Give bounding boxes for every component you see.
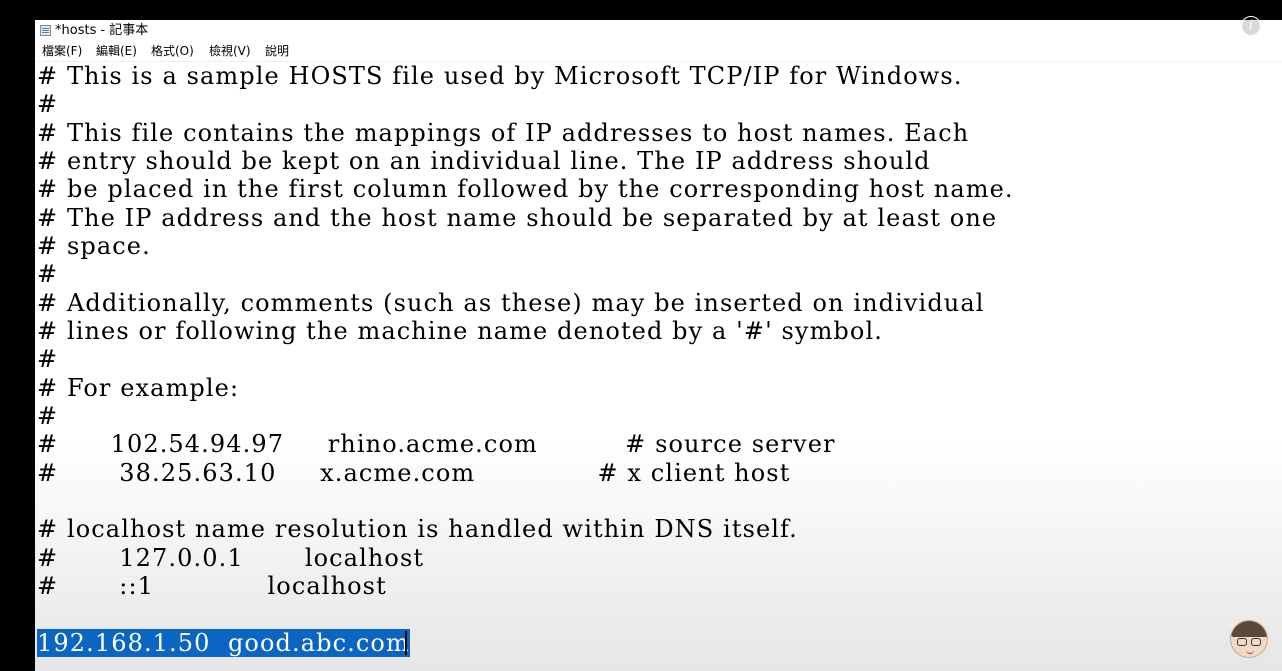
text-line: # xyxy=(37,345,59,373)
avatar-mouth xyxy=(1246,650,1254,654)
menu-view[interactable]: 檢視(V) xyxy=(209,43,251,59)
text-line: # For example: xyxy=(37,374,240,402)
text-line: # This is a sample HOSTS file used by Mi… xyxy=(37,62,963,90)
menu-format[interactable]: 格式(O) xyxy=(151,43,194,59)
text-selection[interactable]: 192.168.1.50 good.abc.com xyxy=(37,629,410,657)
notepad-window: *hosts - 記事本 檔案(F) 編輯(E) 格式(O) 檢視(V) 說明 … xyxy=(35,20,1282,671)
text-line: # 38.25.63.10 x.acme.com # x client host xyxy=(37,459,791,487)
text-line: # The IP address and the host name shoul… xyxy=(37,204,998,232)
text-line: # space. xyxy=(37,232,151,260)
text-line: # 102.54.94.97 rhino.acme.com # source s… xyxy=(37,430,836,458)
text-caret xyxy=(405,631,407,655)
menu-bar: 檔案(F) 編輯(E) 格式(O) 檢視(V) 說明 xyxy=(35,41,1282,62)
text-line: # xyxy=(37,90,59,118)
text-line: # lines or following the machine name de… xyxy=(37,317,883,345)
text-editor-area[interactable]: # This is a sample HOSTS file used by Mi… xyxy=(35,62,1282,671)
avatar-glasses-right xyxy=(1251,638,1261,646)
info-icon[interactable]: i xyxy=(1241,16,1261,36)
text-line: # xyxy=(37,402,59,430)
window-title: *hosts - 記事本 xyxy=(55,23,149,38)
avatar-hair xyxy=(1231,621,1267,637)
text-line: # xyxy=(37,260,59,288)
notepad-icon xyxy=(40,25,51,36)
menu-help[interactable]: 說明 xyxy=(265,43,289,59)
text-line: # Additionally, comments (such as these)… xyxy=(37,289,985,317)
text-line: # 127.0.0.1 localhost xyxy=(37,544,425,572)
menu-file[interactable]: 檔案(F) xyxy=(42,43,82,59)
text-line: # entry should be kept on an individual … xyxy=(37,147,931,175)
video-frame: *hosts - 記事本 檔案(F) 編輯(E) 格式(O) 檢視(V) 說明 … xyxy=(0,0,1282,671)
text-line: # be placed in the first column followed… xyxy=(37,175,1014,203)
channel-avatar[interactable] xyxy=(1230,620,1268,658)
selected-line: 192.168.1.50 good.abc.com xyxy=(37,629,410,657)
text-line: # localhost name resolution is handled w… xyxy=(37,515,798,543)
avatar-glasses-left xyxy=(1237,638,1247,646)
title-bar[interactable]: *hosts - 記事本 xyxy=(35,20,1282,42)
text-line: # ::1 localhost xyxy=(37,572,387,600)
text-line: # This file contains the mappings of IP … xyxy=(37,119,970,147)
menu-edit[interactable]: 編輯(E) xyxy=(96,43,137,59)
